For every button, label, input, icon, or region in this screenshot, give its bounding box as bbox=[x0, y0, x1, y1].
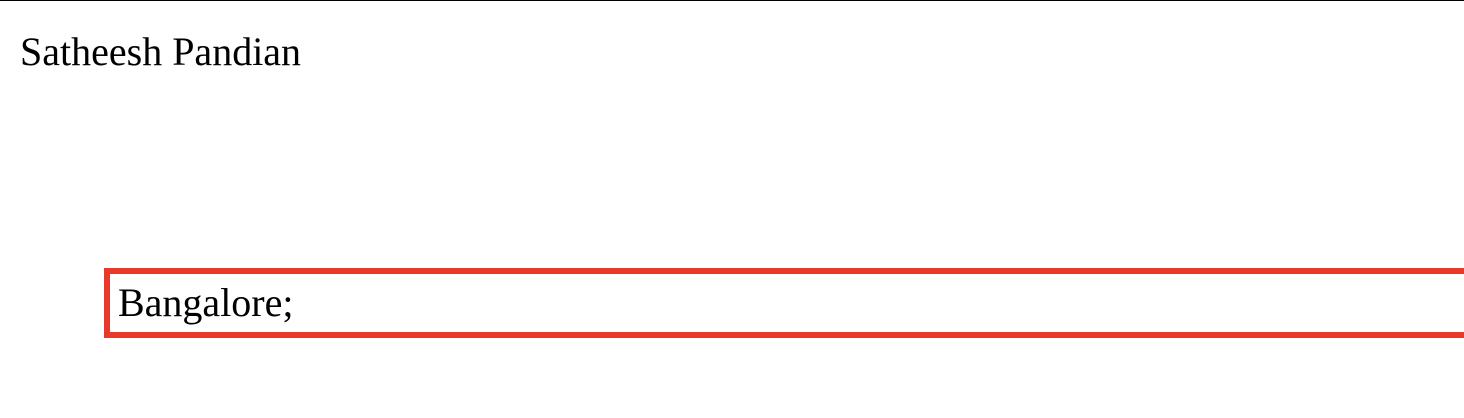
top-divider bbox=[0, 0, 1464, 1]
profile-location: Bangalore; bbox=[118, 280, 294, 325]
profile-name: Satheesh Pandian bbox=[20, 29, 302, 74]
highlighted-location-box: Bangalore; bbox=[104, 268, 1464, 338]
